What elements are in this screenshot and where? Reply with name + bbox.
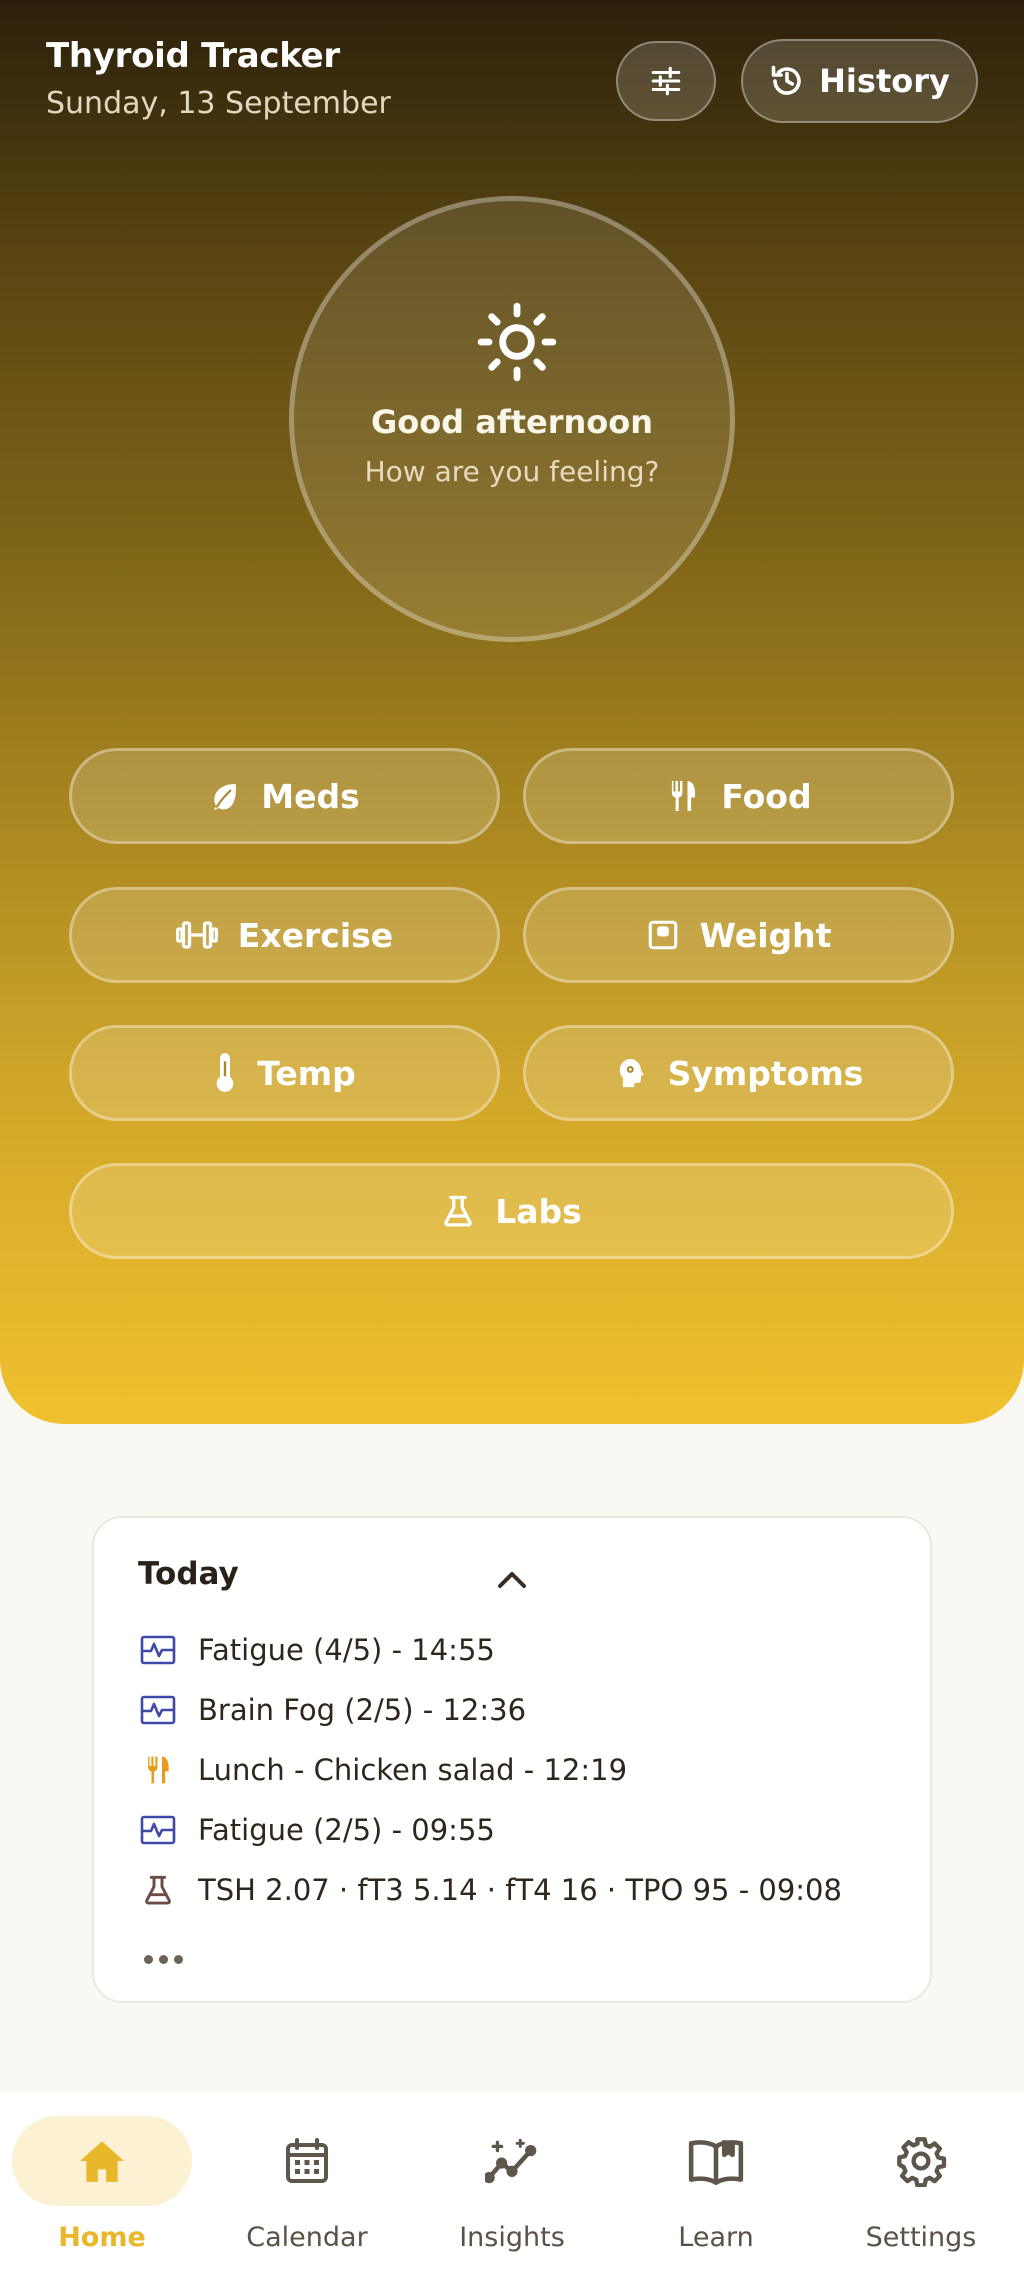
entry-text: Fatigue (4/5) - 14:55 xyxy=(198,1633,495,1667)
symptom-chart-icon xyxy=(140,1635,176,1665)
entry-text: Fatigue (2/5) - 09:55 xyxy=(198,1813,495,1847)
nav-label: Insights xyxy=(459,2222,565,2253)
insights-icon xyxy=(485,2138,537,2184)
log-temp-button[interactable]: Temp xyxy=(69,1025,500,1121)
food-label: Food xyxy=(721,776,812,816)
gear-icon xyxy=(897,2137,947,2187)
filter-button[interactable] xyxy=(616,41,716,121)
log-meds-button[interactable]: Meds xyxy=(69,748,500,844)
weight-label: Weight xyxy=(699,915,832,955)
symptom-chart-icon xyxy=(140,1695,176,1725)
today-entry[interactable]: Brain Fog (2/5) - 12:36 xyxy=(138,1688,526,1732)
nav-label: Learn xyxy=(678,2222,754,2253)
head-gear-icon xyxy=(619,1058,644,1088)
leaf-icon xyxy=(214,784,237,810)
nav-settings[interactable]: Settings xyxy=(826,2116,1016,2266)
labs-label: Labs xyxy=(495,1191,582,1231)
utensils-icon xyxy=(147,1756,169,1784)
thermometer-icon xyxy=(216,1053,234,1092)
nav-home[interactable]: Home xyxy=(7,2116,197,2266)
log-weight-button[interactable]: Weight xyxy=(523,887,954,983)
today-entry[interactable]: Lunch - Chicken salad - 12:19 xyxy=(138,1748,627,1792)
meds-label: Meds xyxy=(261,776,360,816)
sliders-icon xyxy=(651,66,681,96)
today-entry[interactable]: Fatigue (2/5) - 09:55 xyxy=(138,1808,495,1852)
nav-calendar[interactable]: Calendar xyxy=(212,2116,402,2266)
nav-label: Home xyxy=(58,2222,146,2253)
more-dots-icon[interactable] xyxy=(144,1948,188,1970)
scale-icon xyxy=(648,920,677,950)
mood-check-in-button[interactable]: Good afternoon How are you feeling? xyxy=(289,196,735,642)
greeting-text: Good afternoon xyxy=(370,403,654,441)
flask-icon xyxy=(444,1195,473,1227)
mood-prompt: How are you feeling? xyxy=(364,455,660,488)
nav-insights[interactable]: Insights xyxy=(417,2116,607,2266)
flask-icon xyxy=(145,1875,171,1905)
entry-text: TSH 2.07 · fT3 5.14 · fT4 16 · TPO 95 - … xyxy=(198,1873,842,1907)
app-title: Thyroid Tracker xyxy=(46,36,340,76)
log-symptoms-button[interactable]: Symptoms xyxy=(523,1025,954,1121)
log-food-button[interactable]: Food xyxy=(523,748,954,844)
symptoms-label: Symptoms xyxy=(667,1053,864,1093)
dumbbell-icon xyxy=(175,921,218,949)
nav-label: Settings xyxy=(865,2222,977,2253)
today-card: Today Fatigue (4/5) - 14:55 Brain Fog (2… xyxy=(92,1516,932,2003)
symptom-chart-icon xyxy=(140,1815,176,1845)
calendar-icon xyxy=(286,2138,328,2183)
history-icon xyxy=(771,65,801,95)
history-label: History xyxy=(819,62,950,100)
entry-text: Brain Fog (2/5) - 12:36 xyxy=(198,1693,527,1727)
log-exercise-button[interactable]: Exercise xyxy=(69,887,500,983)
log-labs-button[interactable]: Labs xyxy=(69,1163,954,1259)
utensils-icon xyxy=(671,781,696,811)
today-entry[interactable]: TSH 2.07 · fT3 5.14 · fT4 16 · TPO 95 - … xyxy=(138,1868,842,1912)
today-entry[interactable]: Fatigue (4/5) - 14:55 xyxy=(138,1628,495,1672)
hero-panel: Thyroid Tracker Sunday, 13 September His… xyxy=(0,0,1024,1424)
nav-label: Calendar xyxy=(246,2222,368,2253)
sun-icon xyxy=(477,302,557,382)
history-button[interactable]: History xyxy=(741,39,978,123)
home-icon xyxy=(80,2141,124,2182)
temp-label: Temp xyxy=(257,1053,356,1093)
book-icon xyxy=(688,2140,744,2186)
chevron-up-icon[interactable] xyxy=(492,1564,532,1594)
entry-text: Lunch - Chicken salad - 12:19 xyxy=(198,1753,628,1787)
exercise-label: Exercise xyxy=(237,915,394,955)
current-date: Sunday, 13 September xyxy=(46,86,391,121)
bottom-nav: Home Calendar Insights Learn Settings xyxy=(0,2092,1024,2276)
today-title: Today xyxy=(138,1556,239,1592)
nav-learn[interactable]: Learn xyxy=(621,2116,811,2266)
